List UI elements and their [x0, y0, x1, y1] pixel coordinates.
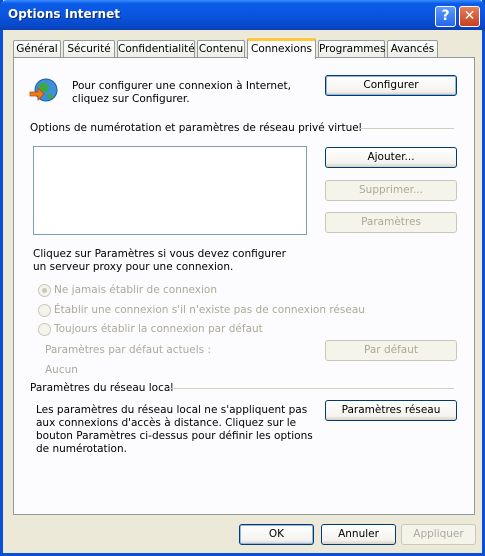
title-bar[interactable]: Options Internet ? ✕ — [0, 0, 485, 30]
set-default-button[interactable]: Par défaut — [325, 340, 457, 361]
tab-programs[interactable]: Programmes — [318, 40, 385, 58]
setup-text: Pour configurer une connexion à Internet… — [72, 80, 291, 105]
tab-advanced[interactable]: Avancés — [387, 40, 438, 58]
radio-selected-dot — [42, 288, 47, 293]
connections-list[interactable] — [33, 146, 307, 235]
options-internet-window: Options Internet ? ✕ Général Sécurité Co… — [0, 0, 485, 556]
radio-when-none-label: Établir une connexion s'il n'existe pas … — [54, 304, 365, 316]
add-button[interactable]: Ajouter... — [325, 147, 457, 168]
tab-privacy[interactable]: Confidentialité — [117, 40, 195, 58]
lan-divider — [166, 388, 454, 389]
globe-icon — [29, 78, 58, 102]
help-icon[interactable]: ? — [435, 6, 456, 27]
ok-button[interactable]: OK — [239, 524, 314, 545]
dialup-divider — [360, 128, 454, 129]
window-title: Options Internet — [8, 7, 120, 21]
close-icon[interactable]: ✕ — [459, 6, 480, 27]
tab-connections[interactable]: Connexions — [247, 38, 316, 59]
current-default-label: Paramètres par défaut actuels : — [45, 344, 212, 356]
radio-always-label: Toujours établir la connexion par défaut — [54, 323, 263, 335]
radio-never[interactable] — [38, 284, 51, 297]
lan-heading: Paramètres du réseau local — [30, 382, 174, 394]
cancel-button[interactable]: Annuler — [321, 524, 396, 545]
connections-panel: Pour configurer une connexion à Internet… — [13, 57, 475, 515]
dialup-heading: Options de numérotation et paramètres de… — [30, 122, 362, 134]
lan-text: Les paramètres du réseau local ne s'appl… — [36, 404, 313, 455]
settings-button[interactable]: Paramètres — [325, 212, 457, 233]
tab-content[interactable]: Contenu — [197, 40, 245, 58]
configure-button[interactable]: Configurer — [325, 75, 457, 96]
apply-button[interactable]: Appliquer — [401, 524, 476, 545]
lan-settings-button[interactable]: Paramètres réseau — [325, 400, 457, 421]
radio-when-none[interactable] — [38, 304, 51, 317]
radio-never-label: Ne jamais établir de connexion — [54, 284, 218, 296]
tab-security[interactable]: Sécurité — [63, 40, 115, 58]
proxy-hint: Cliquez sur Paramètres si vous devez con… — [33, 248, 286, 273]
radio-always[interactable] — [38, 323, 51, 336]
remove-button[interactable]: Supprimer... — [325, 180, 457, 201]
current-default-value: Aucun — [45, 364, 78, 376]
tab-general[interactable]: Général — [13, 40, 61, 58]
